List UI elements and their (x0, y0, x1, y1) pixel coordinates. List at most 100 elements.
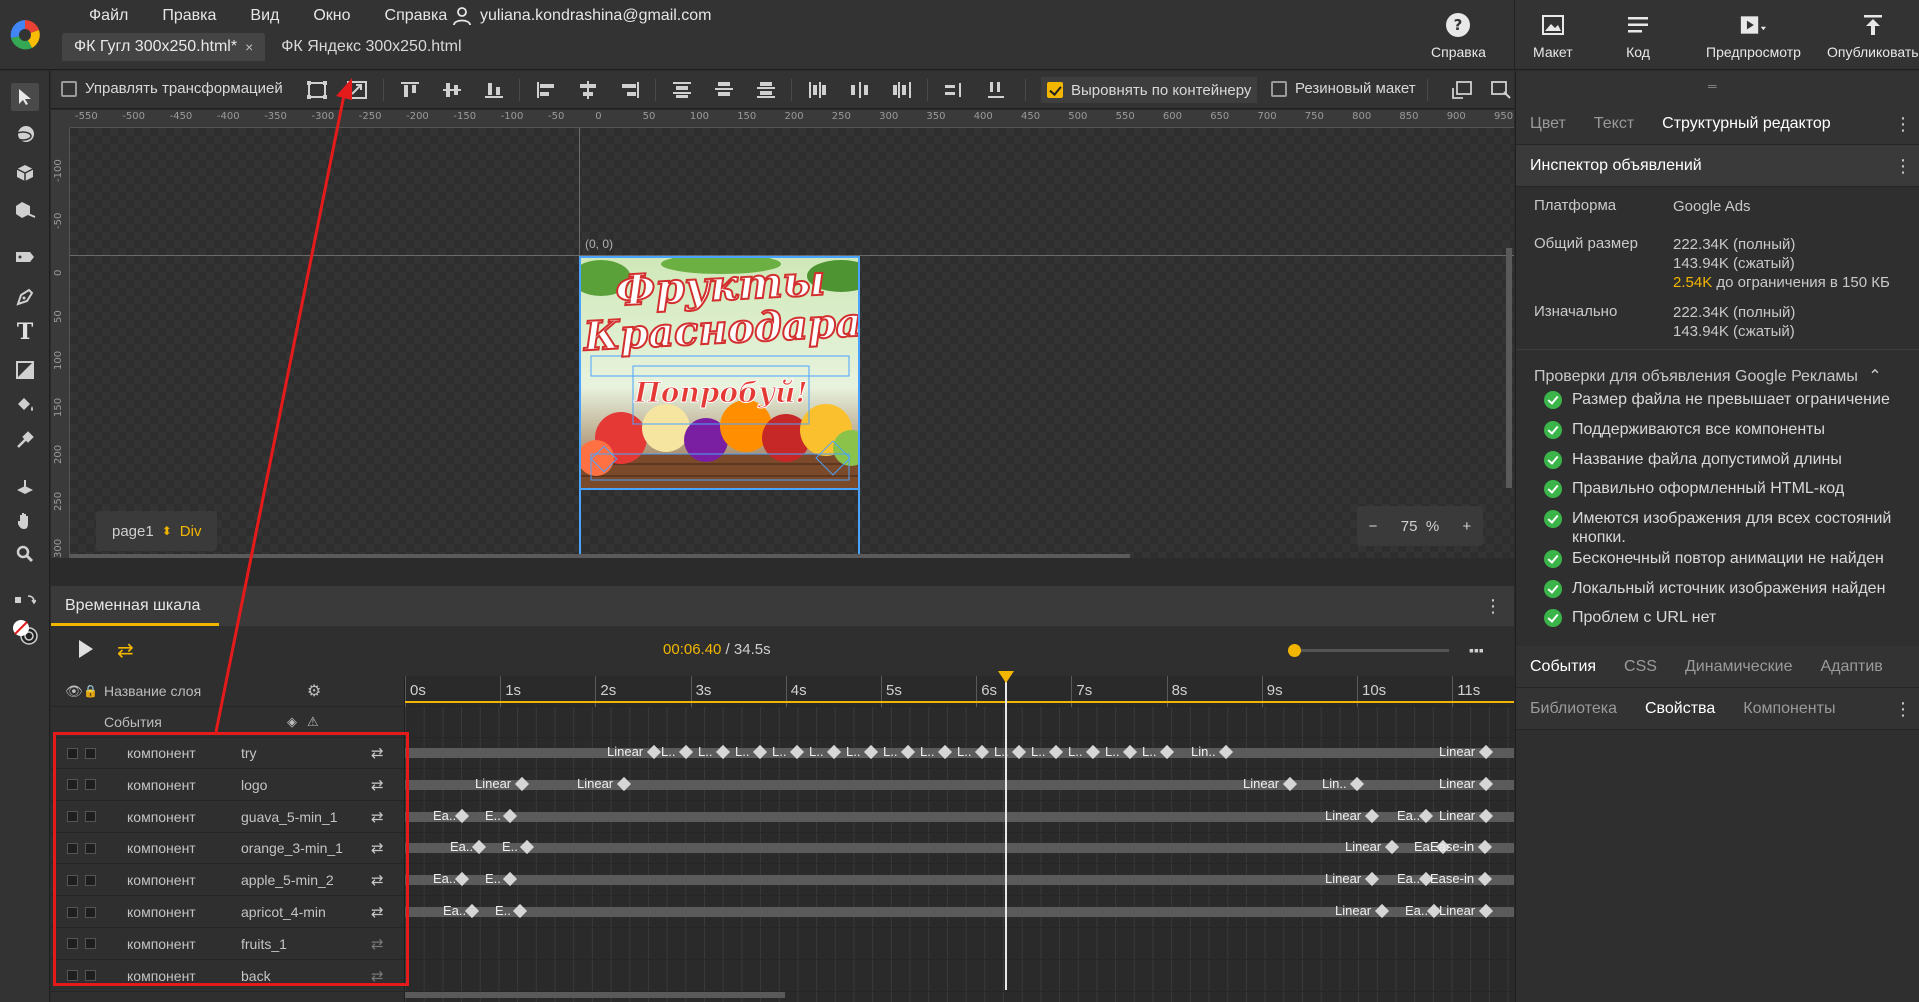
track-row[interactable]: Linear L.. L.. L.. L.. L.. L.. L.. L.. L.. L.. L.. L… (405, 738, 1514, 769)
align-middle-icon[interactable] (441, 80, 463, 100)
track-row[interactable]: Ea.. E.. Linear Ea.. Linear (405, 802, 1514, 833)
timeline-horizontal-scrollbar[interactable] (405, 992, 785, 998)
ad-banner-preview[interactable]: Фрукты Краснодара Попробуй! (579, 256, 860, 490)
distribute-middle-icon[interactable] (713, 80, 735, 100)
close-icon[interactable]: × (245, 33, 253, 61)
space-horizontal-icon[interactable] (985, 80, 1007, 100)
page-arrows-icon[interactable]: ⬍ (162, 524, 172, 538)
tab-components[interactable]: Компоненты (1729, 700, 1849, 718)
menu-edit[interactable]: Правка (145, 6, 233, 26)
more-options-icon[interactable]: ⋮ (1894, 114, 1912, 135)
doc-tab-yandex[interactable]: ФК Яндекс 300x250.html (269, 33, 473, 61)
menu-help[interactable]: Справка (368, 6, 465, 26)
playhead-handle[interactable] (998, 671, 1014, 683)
tab-text[interactable]: Текст (1580, 115, 1648, 133)
transform-box-icon[interactable] (306, 80, 328, 100)
preview-button[interactable]: Предпросмотр (1706, 12, 1801, 60)
zoom-value[interactable]: 75 (1401, 518, 1418, 535)
stage-vertical-scrollbar[interactable] (1506, 248, 1512, 488)
eyedropper-tool-icon[interactable] (11, 426, 39, 454)
tab-library[interactable]: Библиотека (1516, 700, 1631, 718)
tab-css[interactable]: CSS (1610, 658, 1671, 676)
playhead[interactable] (1005, 672, 1007, 990)
fill-tool-icon[interactable] (11, 391, 39, 419)
current-time[interactable]: 00:06.40 (663, 641, 721, 658)
stage-canvas[interactable]: (0, 0) Фрукты Краснодара Попробуй! page1… (70, 128, 1514, 558)
help-button[interactable]: ? Справка (1431, 12, 1486, 60)
animation-bar[interactable] (405, 779, 1514, 790)
layout-button[interactable]: Макет (1533, 12, 1573, 60)
selection-tool-icon[interactable] (11, 83, 39, 111)
timeline-tracks[interactable]: 0s 1s 2s 3s 4s 5s 6s 7s 8s 9s 10s 11s Linear L.. L.. L… (405, 676, 1514, 1002)
group-icon[interactable] (1490, 80, 1512, 100)
space-vertical-icon[interactable] (943, 80, 965, 100)
tab-dynamic[interactable]: Динамические (1671, 658, 1807, 676)
tab-color[interactable]: Цвет (1516, 115, 1580, 133)
tab-properties[interactable]: Свойства (1631, 700, 1729, 718)
rubber-layout-toggle[interactable]: Резиновый макет (1271, 80, 1416, 97)
inspector-title[interactable]: Инспектор объявлений (1516, 157, 1716, 175)
track-row[interactable] (405, 961, 1514, 992)
drag-handle-icon[interactable]: ═ (1708, 79, 1717, 93)
scale-icon[interactable] (346, 80, 368, 100)
3d-stage-tool-icon[interactable] (11, 473, 39, 501)
track-row[interactable]: Ea.. E.. Linear Ea.. Ease-in (405, 865, 1514, 897)
timeline-zoom-knob[interactable] (1288, 644, 1301, 657)
code-button[interactable]: Код (1625, 12, 1651, 60)
event-icon[interactable]: ⚠ (307, 714, 319, 730)
swap-colors-icon[interactable] (11, 587, 39, 615)
add-keyframe-icon[interactable]: ◈ (287, 714, 297, 730)
track-row[interactable]: Ea.. E.. Linear Ea.. Linear (405, 897, 1514, 928)
timeline-title[interactable]: Временная шкала (65, 597, 200, 615)
align-top-icon[interactable] (399, 80, 421, 100)
more-options-icon[interactable]: ⋮ (1894, 699, 1912, 720)
zoom-in-button[interactable]: + (1463, 518, 1472, 535)
timeline-zoom-slider[interactable] (1294, 649, 1449, 652)
distribute-bottom-icon[interactable] (755, 80, 777, 100)
distribute-left-icon[interactable] (807, 80, 829, 100)
zoom-out-button[interactable]: − (1369, 518, 1378, 535)
stage-horizontal-scrollbar[interactable] (70, 554, 1130, 558)
checks-section[interactable]: Проверки для объявления Google Рекламы ⌃ (1534, 366, 1882, 386)
more-options-icon[interactable]: ⋮ (1484, 596, 1502, 617)
timeline-view-icon[interactable]: ▪▪▪ (1469, 642, 1484, 658)
tab-adaptive[interactable]: Адаптив (1806, 658, 1896, 676)
distribute-right-icon[interactable] (891, 80, 913, 100)
visibility-icon[interactable]: 👁 (65, 683, 83, 700)
checkbox[interactable] (1271, 80, 1287, 97)
hand-tool-icon[interactable] (11, 507, 39, 535)
tab-events[interactable]: События (1516, 658, 1610, 676)
align-container-toggle[interactable]: Выровнять по контейнеру (1041, 77, 1258, 103)
align-bottom-icon[interactable] (483, 80, 505, 100)
tag-tool-icon[interactable] (11, 243, 39, 271)
panel-drag-handle[interactable]: ═ (1516, 71, 1919, 103)
distribute-top-icon[interactable] (671, 80, 693, 100)
text-tool-icon[interactable]: T (11, 318, 39, 346)
track-row[interactable]: Ea.. E.. Linear Ea.. Ease-in (405, 833, 1514, 865)
align-center-icon[interactable] (577, 80, 599, 100)
loop-icon[interactable]: ⇄ (117, 638, 134, 663)
menu-file[interactable]: Файл (72, 6, 145, 26)
play-icon[interactable] (79, 640, 93, 658)
3d-translation-tool-icon[interactable] (11, 159, 39, 187)
pen-tool-icon[interactable] (11, 283, 39, 311)
3d-rotation-tool-icon[interactable] (11, 120, 39, 148)
wrap-icon[interactable] (1451, 80, 1473, 100)
align-right-icon[interactable] (619, 80, 641, 100)
checkbox-checked[interactable] (1047, 82, 1063, 98)
menu-view[interactable]: Вид (233, 6, 296, 26)
lock-icon[interactable]: 🔒 (83, 684, 98, 698)
page-selector[interactable]: page1 ⬍ Div (96, 511, 218, 551)
track-row[interactable]: Linear Linear Linear Lin.. Linear (405, 770, 1514, 801)
track-row[interactable] (405, 929, 1514, 960)
object-tool-icon[interactable] (11, 196, 39, 224)
gear-icon[interactable]: ⚙ (307, 681, 321, 701)
checkbox[interactable] (61, 80, 77, 97)
align-left-icon[interactable] (535, 80, 557, 100)
color-swatch-icon[interactable] (11, 618, 39, 646)
zoom-tool-icon[interactable] (11, 540, 39, 568)
distribute-center-icon[interactable] (849, 80, 871, 100)
doc-tab-google[interactable]: ФК Гугл 300x250.html* × (62, 33, 266, 61)
chevron-up-icon[interactable]: ⌃ (1868, 368, 1881, 385)
menu-window[interactable]: Окно (296, 6, 367, 26)
